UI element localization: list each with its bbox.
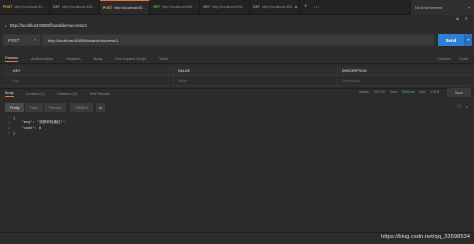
- save-response-button[interactable]: Save: [447, 88, 471, 97]
- description-input[interactable]: Description: [338, 76, 471, 85]
- eye-icon[interactable]: ◉: [456, 16, 460, 21]
- request-tab[interactable]: GEThttp://localhost:8080/flowable/...: [150, 0, 200, 14]
- format-select[interactable]: JSON ▾: [70, 103, 93, 112]
- format-label: JSON: [75, 105, 85, 110]
- cookies-link[interactable]: Cookies: [437, 57, 451, 61]
- code-line: 4}: [3, 130, 471, 135]
- tab-url: http://localhost:8080/flowab...: [14, 5, 46, 9]
- copy-icon[interactable]: ❐: [457, 104, 461, 109]
- line-number: 3: [7, 125, 10, 130]
- request-tab[interactable]: GEThttp://localhost:8080/flowabler/...: [50, 0, 100, 14]
- send-button[interactable]: Send: [438, 34, 464, 46]
- request-tab[interactable]: GEThttp://localhost:8080/flowable/...: [250, 0, 300, 14]
- caret-right-icon: ▸: [5, 23, 7, 28]
- request-tab-bar: POSThttp://localhost:8080/flowab... GETh…: [0, 0, 474, 15]
- params-table: KEY VALUE DESCRIPTION Key Value Descript…: [3, 66, 471, 86]
- tab-body[interactable]: Body: [94, 57, 103, 61]
- watermark: https://blog.csdn.net/qq_33598534: [381, 234, 470, 240]
- tab-tests[interactable]: Tests: [159, 57, 168, 61]
- status-label: Status:: [359, 90, 370, 94]
- environment-label: No Environment: [415, 5, 443, 10]
- tab-method: GET: [203, 5, 210, 9]
- tab-pre-request-script[interactable]: Pre-request Script: [115, 57, 146, 61]
- request-tab[interactable]: POSThttp://localhost:8080/flowab...: [0, 0, 50, 14]
- view-raw-button[interactable]: Raw: [25, 103, 44, 112]
- send-options-chevron-icon[interactable]: ▾: [464, 34, 472, 46]
- value-input[interactable]: Value: [174, 76, 338, 85]
- view-pretty-button[interactable]: Pretty: [5, 103, 26, 112]
- chevron-down-icon: ▾: [467, 5, 470, 10]
- response-tab-cookies[interactable]: Cookies (1): [26, 92, 45, 96]
- params-header-row: KEY VALUE DESCRIPTION: [3, 66, 471, 76]
- header-description: DESCRIPTION: [342, 68, 367, 73]
- response-body[interactable]: 1{ 2 "msg": "流程审批通过!", 3 "code": 0 4}: [3, 115, 471, 223]
- size-label: Size:: [418, 90, 427, 94]
- gear-icon[interactable]: ⚙: [464, 16, 468, 21]
- time-label: Time:: [389, 90, 398, 94]
- header-value: VALUE: [174, 66, 338, 75]
- response-tools: ❐ ⌕: [457, 104, 468, 109]
- tab-method: GET: [53, 5, 60, 9]
- chevron-down-icon: ▾: [34, 38, 36, 42]
- size-value: 176 B: [430, 90, 439, 94]
- tab-authorization[interactable]: Authorization: [31, 57, 53, 61]
- more-tabs-icon[interactable]: ⋯: [314, 4, 320, 11]
- tab-method: GET: [153, 5, 160, 9]
- request-tab[interactable]: GEThttp://localhost:8080/flowable/...: [200, 0, 250, 14]
- tab-url: http://localhost:8080/flowable/...: [161, 5, 196, 9]
- tab-url: http://localhost:8080/flowabler/...: [61, 5, 96, 9]
- environment-select[interactable]: No Environment ▾: [410, 0, 474, 15]
- status-value: 200 OK: [373, 90, 386, 94]
- tab-method: POST: [103, 5, 113, 10]
- response-tab-body[interactable]: Body: [5, 91, 14, 97]
- header-key: KEY: [3, 66, 174, 75]
- url-input[interactable]: http://localhost:8080/flowable/success/1: [42, 34, 435, 46]
- code-text: }: [13, 130, 16, 135]
- tab-url: http://localhost:8080/flowable/...: [211, 5, 246, 9]
- request-tab-active[interactable]: POSThttp://localhost:8080/flowabler...: [100, 0, 150, 14]
- request-name-label: http://localhost:8080/flowable/success/1: [9, 23, 88, 28]
- method-label: POST: [8, 37, 20, 43]
- tab-params[interactable]: Params: [5, 56, 19, 62]
- code-text: "code": 0: [13, 125, 42, 130]
- search-icon[interactable]: ⌕: [466, 104, 468, 109]
- time-value: 3906 ms: [401, 90, 415, 94]
- code-text: {: [13, 115, 16, 120]
- line-number: 4: [7, 130, 10, 135]
- response-view-controls: Pretty Raw Preview JSON ▾ ⇌: [5, 103, 105, 112]
- method-select[interactable]: POST ▾: [3, 34, 41, 46]
- response-tab-headers[interactable]: Headers (3): [57, 92, 77, 96]
- params-row: Key Value Description: [3, 76, 471, 86]
- new-tab-icon[interactable]: +: [304, 4, 308, 10]
- tab-url: http://localhost:8080/flowabler...: [114, 5, 146, 10]
- line-number: 1: [7, 115, 10, 120]
- code-text: "msg": "流程审批通过!",: [13, 120, 68, 124]
- view-preview-button[interactable]: Preview: [43, 103, 68, 112]
- request-name[interactable]: ▸ http://localhost:8080/flowable/success…: [5, 23, 87, 28]
- request-tabs: Params Authorization Headers Body Pre-re…: [0, 55, 474, 64]
- response-tab-test-results[interactable]: Test Results: [89, 92, 110, 96]
- tab-url: http://localhost:8080/flowable/...: [261, 5, 296, 9]
- tab-method: GET: [253, 5, 260, 9]
- code-link[interactable]: Code: [459, 57, 468, 61]
- wrap-lines-icon[interactable]: ⇌: [95, 103, 105, 112]
- response-status: Status: 200 OK Time: 3906 ms Size: 176 B: [359, 90, 439, 94]
- tab-actions: + ⋯: [300, 0, 320, 14]
- tab-headers[interactable]: Headers: [66, 57, 80, 61]
- url-value: http://localhost:8080/flowable/success/1: [48, 37, 119, 43]
- key-input[interactable]: Key: [3, 76, 174, 85]
- environment-tools: ◉ ⚙: [410, 15, 474, 22]
- tab-method: POST: [3, 5, 13, 9]
- line-number: 2: [7, 120, 10, 125]
